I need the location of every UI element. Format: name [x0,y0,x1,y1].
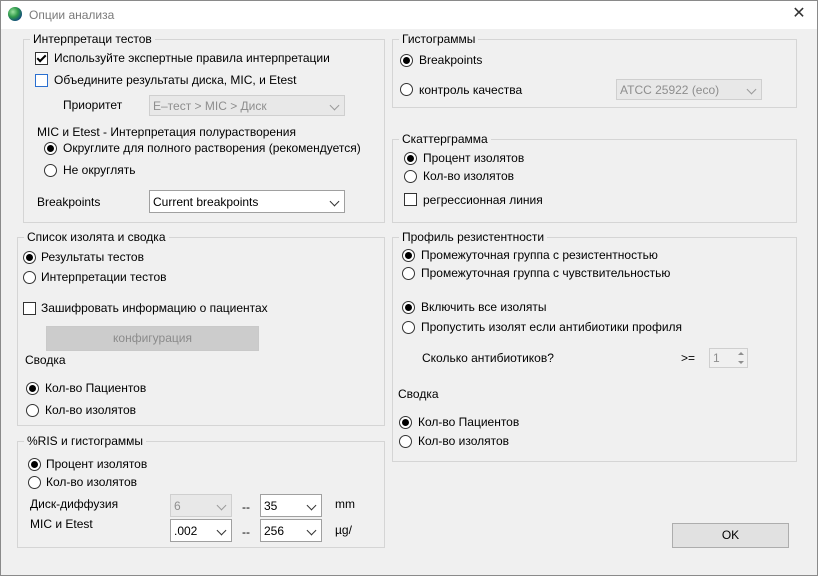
breakpoints-select[interactable]: Current breakpoints [149,190,345,213]
chevron-down-icon [306,525,317,536]
hist-quality-radio[interactable] [400,83,413,96]
chevron-down-icon [216,500,227,511]
isolates-patients-label: Кол-во Пациентов [45,381,147,395]
disk-to-select[interactable]: 35 [260,494,322,517]
skip-isolate-radio[interactable] [402,321,415,334]
mic-interp-title: MIC и Etest - Интерпретация полурастворе… [37,125,296,139]
regression-label: регрессионная линия [423,193,543,207]
app-globe-icon [8,7,22,21]
expert-rules-checkbox[interactable] [35,52,48,65]
combine-results-label: Объедините результаты диска, MIC, и Etes… [54,73,297,87]
ris-percent-radio[interactable] [28,458,41,471]
configuration-button[interactable]: конфигурация [46,326,259,351]
antibiotic-count-value: 1 [713,351,720,365]
group-profile-title: Профиль резистентности [399,230,548,244]
test-interp-label: Интерпретации тестов [41,270,167,284]
profile-count-label: Кол-во изолятов [418,434,510,448]
intermediate-resistant-radio[interactable] [402,249,415,262]
hist-breakpoints-label: Breakpoints [419,53,483,67]
test-results-radio[interactable] [23,251,36,264]
priority-select[interactable]: E–тест > MIC > Диск [149,95,345,116]
disk-to-value: 35 [264,499,278,513]
isolates-patients-radio[interactable] [26,382,39,395]
chevron-down-icon [216,525,227,536]
hist-breakpoints-radio[interactable] [400,54,413,67]
profile-summary-label: Сводка [398,387,439,401]
scatter-percent-label: Процент изолятов [423,151,525,165]
antibiotic-count-stepper[interactable]: 1 [709,348,748,368]
ris-percent-label: Процент изолятов [46,457,148,471]
mic-etest-label: MIC и Etest [30,517,93,531]
chevron-down-icon [306,500,317,511]
mic-separator: -- [242,525,250,539]
chevron-down-icon [329,100,340,111]
atcc-select[interactable]: ATCC 25922 (eco) [616,79,762,100]
disk-from-value: 6 [174,499,181,513]
encrypt-label: Зашифровать информацию о пациентах [41,301,268,315]
how-many-label: Сколько антибиотиков? [422,351,554,365]
title-bar: Опции анализа ✕ [1,1,817,29]
group-scatter-title: Скаттерграмма [399,132,491,146]
group-histograms-title: Гистограммы [399,32,479,46]
intermediate-sensitive-radio[interactable] [402,267,415,280]
intermediate-resistant-label: Промежуточная группа с резистентностью [421,248,658,262]
regression-checkbox[interactable] [404,193,417,206]
mic-unit: µg/ [335,523,352,537]
intermediate-sensitive-label: Промежуточная группа с чувствительностью [421,266,671,280]
scatter-percent-radio[interactable] [404,152,417,165]
include-all-radio[interactable] [402,301,415,314]
window-title: Опции анализа [29,8,115,22]
no-round-radio[interactable] [44,164,57,177]
isolates-summary-label: Сводка [25,353,66,367]
include-all-label: Включить все изоляты [421,300,547,314]
close-icon[interactable]: ✕ [791,5,807,23]
scatter-count-label: Кол-во изолятов [423,169,515,183]
ok-button[interactable]: OK [672,523,789,548]
priority-value: E–тест > MIC > Диск [153,99,267,113]
mic-to-select[interactable]: 256 [260,519,322,542]
isolates-count-label: Кол-во изолятов [45,403,137,417]
no-round-label: Не округлять [63,163,136,177]
spin-down-icon[interactable] [736,359,746,367]
chevron-down-icon [746,84,757,95]
breakpoints-label: Breakpoints [37,195,101,209]
skip-isolate-label: Пропустить изолят если антибиотики профи… [421,320,683,334]
disk-separator: -- [242,500,250,514]
disk-unit: mm [335,497,355,511]
options-window: Опции анализа ✕ Интерпретаци тестов Испо… [0,0,818,576]
ris-count-radio[interactable] [28,476,41,489]
combine-results-checkbox[interactable] [35,74,48,87]
disk-from-select[interactable]: 6 [170,494,232,517]
group-isolates-title: Список изолята и сводка [24,230,169,244]
scatter-count-radio[interactable] [404,170,417,183]
breakpoints-value: Current breakpoints [153,195,259,209]
ris-count-label: Кол-во изолятов [46,475,138,489]
encrypt-checkbox[interactable] [23,302,36,315]
atcc-value: ATCC 25922 (eco) [620,83,720,97]
mic-from-value: .002 [174,524,198,538]
group-interpretation-title: Интерпретаци тестов [30,32,155,46]
mic-to-value: 256 [264,524,285,538]
test-interp-radio[interactable] [23,271,36,284]
round-label: Округлите для полного растворения (реком… [63,141,361,155]
disk-diffusion-label: Диск-диффузия [30,497,119,511]
isolates-count-radio[interactable] [26,404,39,417]
spin-up-icon[interactable] [736,350,746,358]
test-results-label: Результаты тестов [41,250,144,264]
profile-count-radio[interactable] [399,435,412,448]
priority-label: Приоритет [63,98,123,112]
profile-patients-radio[interactable] [399,416,412,429]
chevron-down-icon [329,196,340,207]
group-ris-title: %RIS и гистограммы [24,434,147,448]
hist-quality-label: контроль качества [419,83,523,97]
ge-label: >= [681,351,696,365]
profile-patients-label: Кол-во Пациентов [418,415,520,429]
round-radio[interactable] [44,142,57,155]
mic-from-select[interactable]: .002 [170,519,232,542]
expert-rules-label: Используйте экспертные правила интерпрет… [54,51,330,65]
